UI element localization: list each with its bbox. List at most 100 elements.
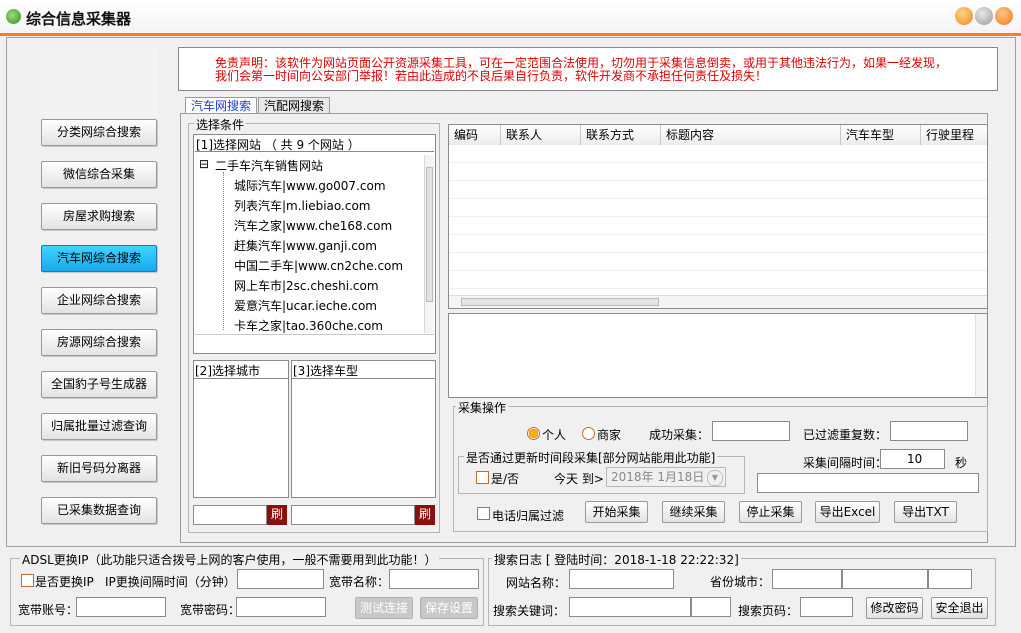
phone-filter-label: 电话归属过滤 [492, 509, 565, 523]
log-textarea[interactable] [448, 313, 988, 398]
title-accent-line [0, 33, 1021, 36]
column-header-code[interactable]: 编码 [449, 125, 501, 145]
bb-account-input[interactable] [76, 597, 166, 617]
date-value: 2018年 1月18日 [611, 470, 705, 484]
safe-exit-button[interactable]: 安全退出 [931, 597, 988, 619]
interval-input[interactable]: 10 [880, 449, 945, 469]
tree-root-item[interactable]: 二手车汽车销售网站 [215, 157, 323, 174]
site-item[interactable]: 列表汽车|m.liebiao.com [234, 197, 370, 214]
sidebar-item-number-separator[interactable]: 新旧号码分离器 [41, 455, 157, 482]
disclaimer-box: 免责声明：该软件为网站页面公开资源采集工具，可在一定范围合法使用，切勿用于采集信… [178, 47, 998, 91]
success-count-field [712, 421, 790, 441]
column-header-mileage[interactable]: 行驶里程 [921, 125, 987, 145]
province-label: 省份城市： [710, 575, 771, 589]
column-header-phone[interactable]: 联系方式 [581, 125, 661, 145]
model-filter-input[interactable] [291, 505, 415, 525]
site-item[interactable]: 卡车之家|tao.360che.com [234, 317, 383, 334]
column-header-title[interactable]: 标题内容 [661, 125, 841, 145]
minimize-icon[interactable] [955, 7, 973, 25]
success-count-label: 成功采集： [649, 428, 710, 442]
bb-name-label: 宽带名称： [329, 575, 390, 589]
change-ip-checkbox[interactable] [21, 574, 34, 587]
site-name-label: 网站名称： [506, 576, 567, 590]
site-item[interactable]: 网上车市|2sc.cheshi.com [234, 277, 379, 294]
site-item[interactable]: 汽车之家|www.che168.com [234, 217, 392, 234]
sidebar-item-housing-search[interactable]: 房源网综合搜索 [41, 329, 157, 356]
city-list-box[interactable] [193, 360, 289, 498]
window-title: 综合信息采集器 [26, 10, 132, 28]
log-scrollbar[interactable] [975, 314, 987, 397]
bb-password-input[interactable] [236, 597, 326, 617]
selection-group-title: 选择条件 [194, 116, 247, 133]
sidebar-item-region-filter[interactable]: 归属批量过滤查询 [41, 413, 157, 440]
today-to-label: 今天 到> [554, 472, 604, 486]
search-log-group-title: 搜索日志 [ 登陆时间：2018-1-18 22:22:32] [492, 551, 741, 568]
logo-area [40, 48, 158, 118]
bb-name-input[interactable] [389, 569, 479, 589]
sidebar-item-wechat-collect[interactable]: 微信综合采集 [41, 161, 157, 188]
disclaimer-line-2: 我们会第一时间向公安部门举报！若由此造成的不良后果自行负责，软件开发商不承担任何… [215, 69, 768, 83]
tab-parts-search[interactable]: 汽配网搜索 [258, 97, 330, 114]
province-field [772, 569, 842, 589]
site-item[interactable]: 爱意汽车|ucar.ieche.com [234, 297, 377, 314]
sidebar-item-enterprise-search[interactable]: 企业网综合搜索 [41, 287, 157, 314]
ip-interval-input[interactable] [237, 569, 324, 589]
keyword-extra-field [691, 597, 731, 617]
radio-personal-label: 个人 [542, 428, 567, 442]
time-range-checkbox-label: 是/否 [491, 472, 520, 486]
sidebar-item-collected-data[interactable]: 已采集数据查询 [41, 497, 157, 524]
site-list-scroll-thumb[interactable] [426, 167, 433, 302]
site-list-scrollbar[interactable] [424, 155, 434, 333]
model-list-box[interactable] [291, 360, 436, 498]
sidebar-item-lucky-number[interactable]: 全国豹子号生成器 [41, 371, 157, 398]
sidebar-item-house-wanted[interactable]: 房屋求购搜索 [41, 203, 157, 230]
column-header-contact[interactable]: 联系人 [501, 125, 581, 145]
status-field [757, 473, 979, 493]
results-table[interactable]: 编码 联系人 联系方式 标题内容 汽车车型 行驶里程 [448, 124, 988, 309]
sidebar-item-car-search[interactable]: 汽车网综合搜索 [41, 245, 157, 272]
dup-count-label: 已过滤重复数： [803, 428, 888, 442]
city-filter-input[interactable] [193, 505, 267, 525]
date-picker[interactable]: 2018年 1月18日 ▼ [606, 467, 726, 487]
city-list-header: [2]选择城市 [194, 362, 288, 379]
page-label: 搜索页码： [738, 604, 799, 618]
city-refresh-button[interactable]: 刷 [267, 505, 287, 525]
table-scroll-thumb[interactable] [461, 298, 659, 306]
site-item[interactable]: 中国二手车|www.cn2che.com [234, 257, 403, 274]
stop-collect-button[interactable]: 停止采集 [739, 501, 802, 523]
interval-label: 采集间隔时间： [803, 456, 888, 470]
radio-merchant[interactable] [582, 427, 595, 440]
chevron-down-icon[interactable]: ▼ [707, 470, 723, 486]
column-header-car-model[interactable]: 汽车车型 [841, 125, 921, 145]
table-horizontal-scrollbar[interactable] [449, 295, 987, 308]
title-bar [0, 0, 1021, 36]
phone-filter-checkbox[interactable] [477, 507, 490, 520]
test-connection-button[interactable]: 测试连接 [355, 597, 413, 619]
save-settings-button[interactable]: 保存设置 [420, 597, 478, 619]
app-icon [6, 9, 21, 24]
tree-guide-line [223, 172, 224, 330]
keyword-field [569, 597, 691, 617]
change-password-button[interactable]: 修改密码 [866, 597, 923, 619]
dup-count-field [890, 421, 968, 441]
maximize-icon[interactable] [975, 7, 993, 25]
change-ip-label: 是否更换IP [35, 575, 94, 589]
city-field [842, 569, 928, 589]
continue-collect-button[interactable]: 继续采集 [662, 501, 725, 523]
site-item[interactable]: 城际汽车|www.go007.com [234, 177, 386, 194]
export-excel-button[interactable]: 导出Excel [815, 501, 880, 523]
tree-expander-icon[interactable]: ⊟ [199, 157, 209, 171]
interval-unit-label: 秒 [955, 456, 968, 470]
tab-car-search[interactable]: 汽车网搜索 [185, 97, 257, 114]
radio-merchant-label: 商家 [597, 428, 622, 442]
close-icon[interactable] [995, 7, 1013, 25]
model-refresh-button[interactable]: 刷 [415, 505, 435, 525]
site-item[interactable]: 赶集汽车|www.ganji.com [234, 237, 377, 254]
time-range-checkbox[interactable] [476, 471, 489, 484]
sidebar-item-classified-search[interactable]: 分类网综合搜索 [41, 119, 157, 146]
keyword-label: 搜索关键词： [493, 604, 566, 618]
start-collect-button[interactable]: 开始采集 [585, 501, 648, 523]
radio-personal[interactable] [527, 427, 540, 440]
export-txt-button[interactable]: 导出TXT [894, 501, 957, 523]
page-field [800, 597, 853, 617]
